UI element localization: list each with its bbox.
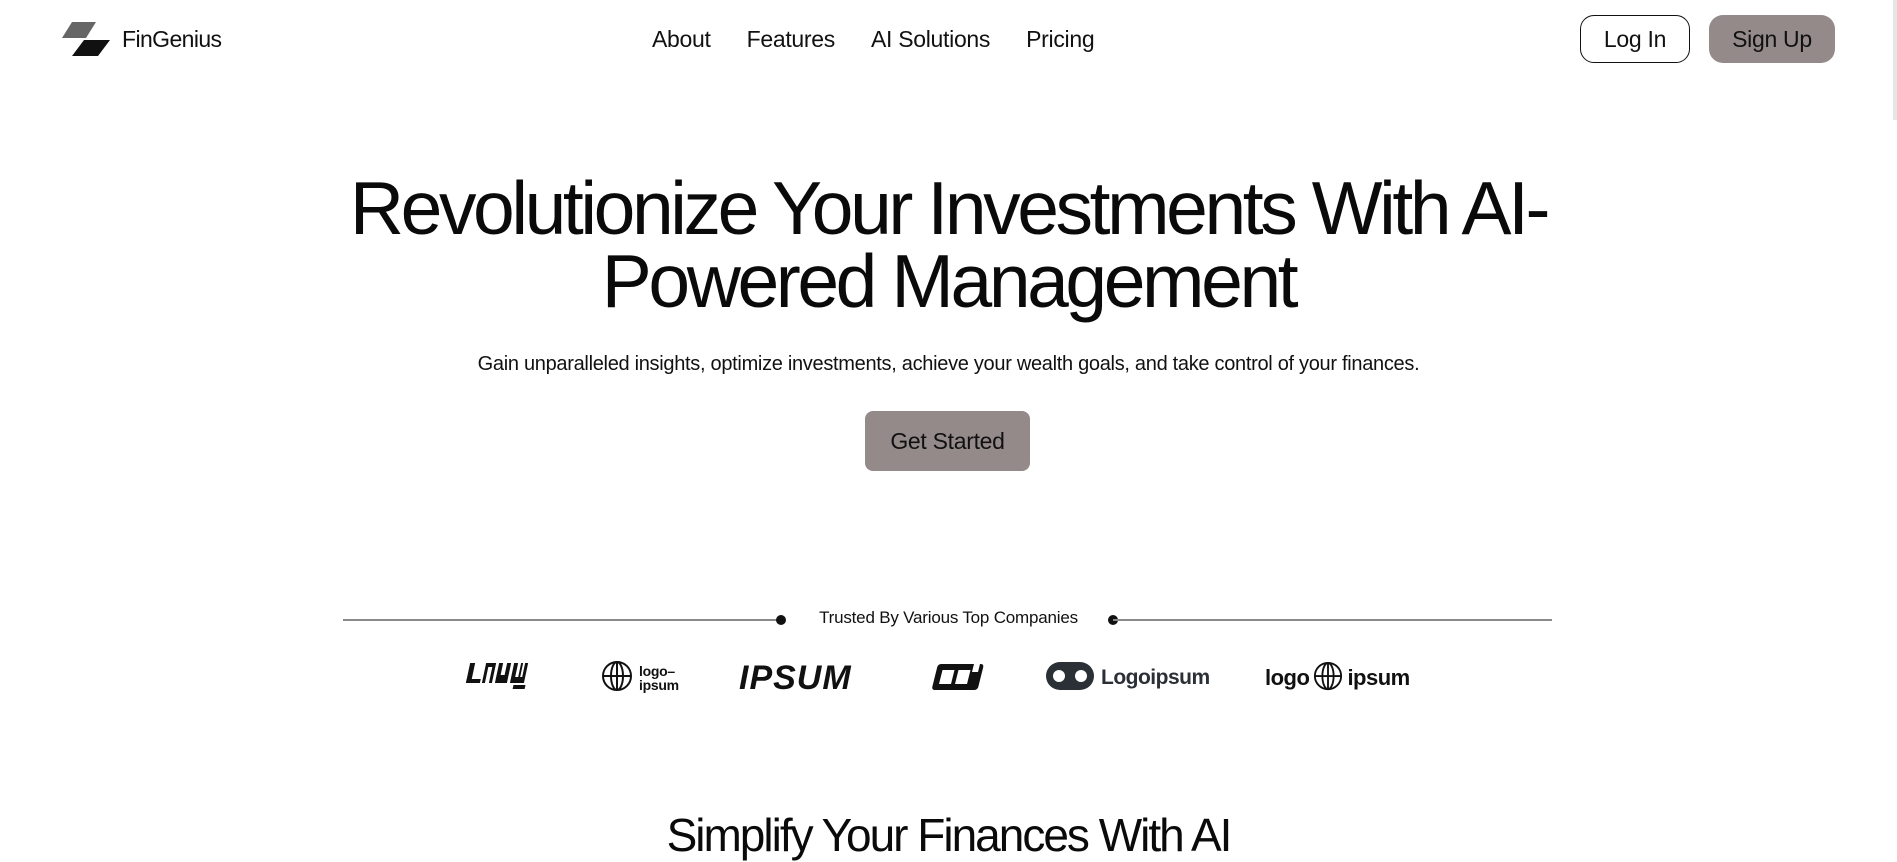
partner-logo-6-text-left: logo (1265, 665, 1310, 690)
brand[interactable]: FinGenius (62, 22, 222, 56)
trusted-heading: Trusted By Various Top Companies (819, 608, 1078, 627)
hero-subtitle: Gain unparalleled insights, optimize inv… (477, 353, 1420, 375)
partner-logo-6: logo ipsum (1265, 658, 1410, 698)
partner-logos: logo–ipsum IPSUM Logoipsum logo ipsum (0, 658, 1897, 698)
partner-logo-2-text: logo–ipsum (639, 663, 679, 693)
partner-logo-5: Logoipsum (1045, 658, 1210, 698)
partner-logo-5-text: Logoipsum (1101, 666, 1210, 689)
partner-logo-1 (465, 658, 541, 698)
robot-face-icon (1045, 660, 1095, 697)
box-mark-icon (929, 660, 985, 697)
hero-title-line-1: Revolutionize Your Investments With AI- (349, 166, 1551, 250)
logo-wordmark-stylized-icon (465, 659, 541, 698)
ipsum-wordmark-icon: IPSUM (739, 658, 852, 697)
section-title-simplify: Simplify Your Finances With AI (666, 809, 1233, 861)
brand-logo-icon (62, 22, 110, 56)
top-navigation: FinGenius About Features AI Solutions Pr… (0, 0, 1897, 80)
hero-title-line-2: Powered Management (601, 239, 1299, 323)
nav-link-ai-solutions[interactable]: AI Solutions (871, 26, 990, 53)
login-button[interactable]: Log In (1580, 15, 1690, 63)
get-started-button[interactable]: Get Started (865, 411, 1030, 471)
globe-icon (601, 660, 633, 697)
globe-icon (1313, 661, 1343, 696)
partner-logo-6-text-right: ipsum (1347, 665, 1410, 690)
brand-name: FinGenius (122, 25, 222, 52)
nav-link-pricing[interactable]: Pricing (1026, 26, 1095, 53)
signup-button[interactable]: Sign Up (1709, 15, 1835, 63)
nav-links: About Features AI Solutions Pricing (652, 26, 1095, 53)
partner-logo-3: IPSUM (739, 658, 852, 698)
trusted-divider-right (1113, 619, 1552, 621)
partner-logo-2: logo–ipsum (601, 658, 687, 698)
nav-link-about[interactable]: About (652, 26, 711, 53)
partner-logo-4 (929, 658, 985, 698)
nav-link-features[interactable]: Features (747, 26, 836, 53)
page-scrollbar[interactable] (1893, 0, 1897, 120)
hero-title: Revolutionize Your Investments With AI- … (0, 171, 1897, 319)
